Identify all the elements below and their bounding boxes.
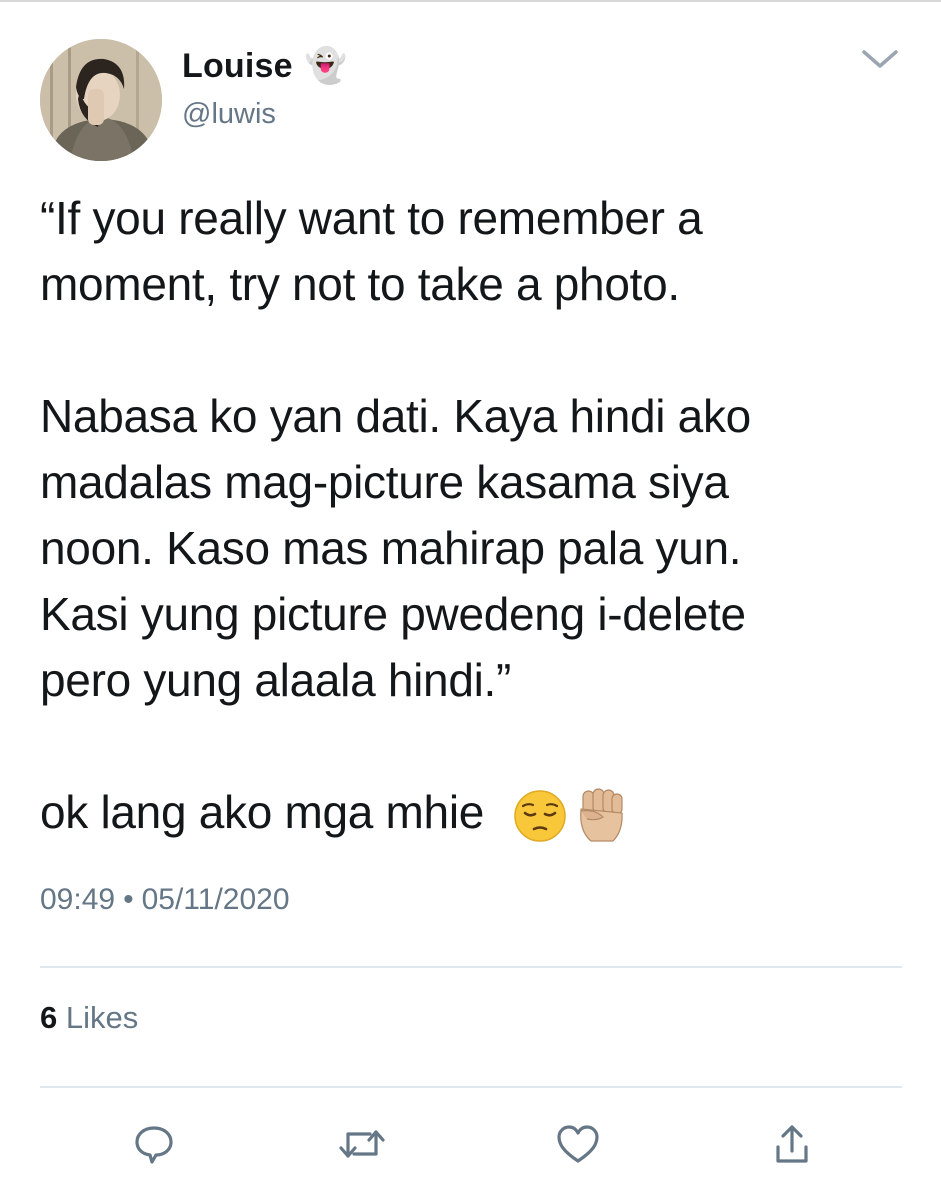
likes-count: 6 [40,1000,58,1035]
tweet-last-line: ok lang ako mga mhie [40,779,910,845]
tweet-text: “If you really want to remember a moment… [40,185,910,845]
pensive-face-emoji [513,790,566,842]
likes-stat[interactable]: 6 Likes [40,1000,138,1036]
tweet-time: 09:49 [40,883,116,916]
separator-dot: • [123,883,134,916]
reply-icon [135,1126,173,1164]
tweet-line: ok lang ako mga mhie [40,786,485,838]
retweet-button[interactable] [336,1118,388,1170]
divider [40,966,902,968]
user-name-row[interactable]: Louise 👻 [182,44,347,88]
tweet-line: noon. Kaso mas mahirap pala yun. [40,522,742,574]
divider [40,1086,902,1088]
avatar[interactable] [40,39,162,161]
like-icon [557,1125,599,1163]
raised-fist-emoji [579,788,623,842]
tweet-line: Kasi yung picture pwedeng i-delete [40,588,746,640]
tweet-date: 05/11/2020 [141,883,290,916]
tweet-timestamp[interactable]: 09:49 • 05/11/2020 [40,883,290,917]
tweet-line: madalas mag-picture kasama siya [40,456,729,508]
display-name[interactable]: Louise [182,47,293,86]
share-icon [776,1125,808,1163]
top-divider [0,0,941,2]
chevron-down-icon[interactable] [858,40,902,76]
tweet-line: Nabasa ko yan dati. Kaya hindi ako [40,390,751,442]
reply-button[interactable] [128,1118,180,1170]
user-handle[interactable]: @luwis [182,98,276,131]
tweet-line: moment, try not to take a photo. [40,258,680,310]
retweet-icon [339,1130,385,1158]
likes-label: Likes [65,1000,139,1035]
ghost-emoji: 👻 [304,46,348,86]
like-button[interactable] [552,1118,604,1170]
tweet-line: “If you really want to remember a [40,192,703,244]
tweet-line: pero yung alaala hindi.” [40,654,512,706]
share-button[interactable] [766,1118,818,1170]
